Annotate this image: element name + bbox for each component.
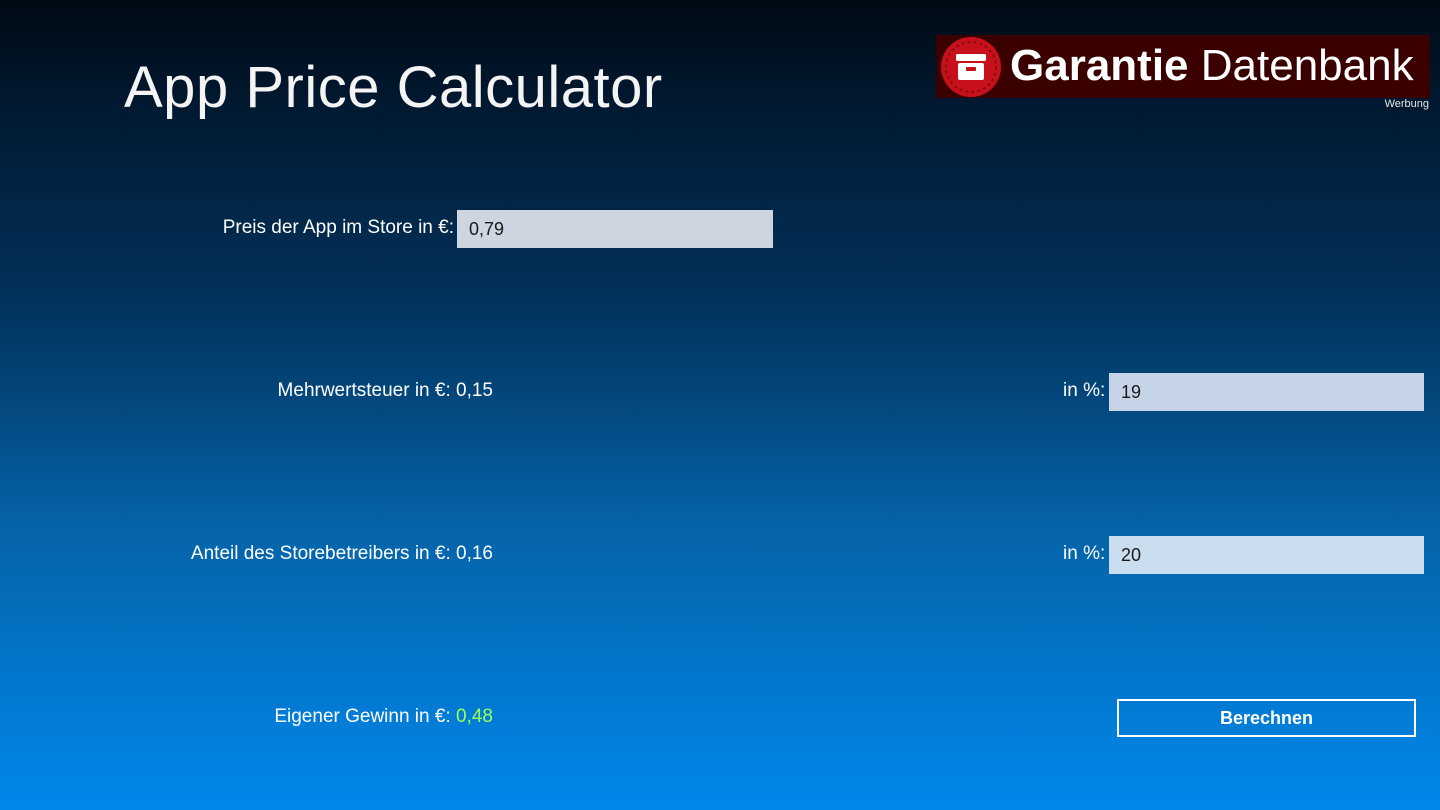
ad-brand-regular: Datenbank (1200, 41, 1414, 90)
store-share-percent-input[interactable] (1109, 536, 1424, 574)
store-share-label: Anteil des Storebetreibers in €: (190, 543, 451, 564)
price-input[interactable] (457, 210, 773, 248)
profit-value: 0,48 (456, 706, 493, 727)
vat-value: 0,15 (456, 380, 493, 401)
ad-brand: Garantie Datenbank (1010, 41, 1414, 91)
price-label: Preis der App im Store in €: (222, 217, 454, 238)
calculate-button[interactable]: Berechnen (1117, 699, 1416, 737)
vat-percent-input[interactable] (1109, 373, 1424, 411)
profit-label: Eigener Gewinn in €: (274, 706, 451, 727)
vat-percent-label: in %: (1063, 380, 1106, 401)
store-share-value: 0,16 (456, 543, 493, 564)
app-title: App Price Calculator (124, 55, 663, 120)
store-share-row: Anteil des Storebetreibers in €: 0,16 (191, 543, 493, 565)
ad-brand-bold: Garantie (1010, 41, 1189, 90)
store-share-percent-label: in %: (1063, 543, 1106, 564)
box-icon (941, 37, 1001, 97)
vat-label: Mehrwertsteuer in €: (277, 380, 451, 401)
vat-row: Mehrwertsteuer in €: 0,15 (278, 380, 493, 402)
ad-label: Werbung (1384, 98, 1429, 110)
profit-row: Eigener Gewinn in €: 0,48 (274, 706, 493, 728)
ad-banner[interactable]: Garantie Datenbank (936, 35, 1430, 98)
